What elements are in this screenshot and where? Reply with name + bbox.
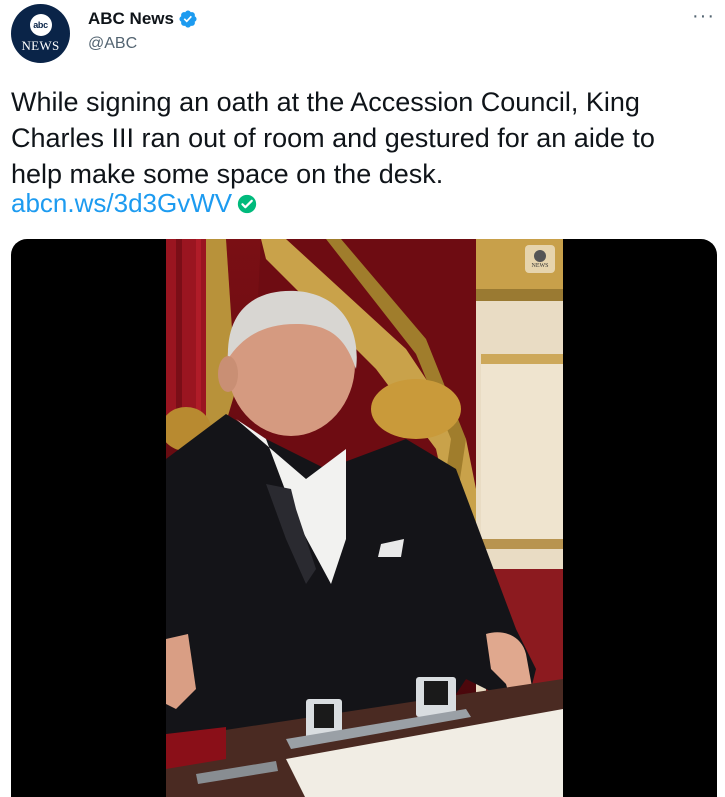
verified-badge-icon [179,10,197,28]
tweet-text: While signing an oath at the Accession C… [11,87,655,189]
safe-link-check-icon [237,194,257,213]
display-name[interactable]: ABC News [88,9,174,29]
tweet-link[interactable]: abcn.ws/3d3GvWV [11,188,232,219]
abc-news-watermark: NEWS [525,245,555,273]
video-still-image [166,239,563,797]
abc-logo-icon: abc [29,13,52,36]
video-player[interactable]: NEWS [11,239,717,797]
tweet-link-row[interactable]: abcn.ws/3d3GvWV [11,188,258,219]
abc-watermark-logo-icon [534,249,546,262]
watermark-text: NEWS [531,262,549,269]
more-options-icon[interactable]: ··· [692,6,715,26]
handle[interactable]: @ABC [88,35,137,53]
tweet: abc NEWS ABC News @ABC ··· While signing… [0,0,725,797]
video-frame[interactable]: NEWS [166,239,563,797]
author-name-row[interactable]: ABC News [88,9,198,29]
avatar[interactable]: abc NEWS [11,4,70,63]
avatar-news-text: NEWS [21,37,60,53]
